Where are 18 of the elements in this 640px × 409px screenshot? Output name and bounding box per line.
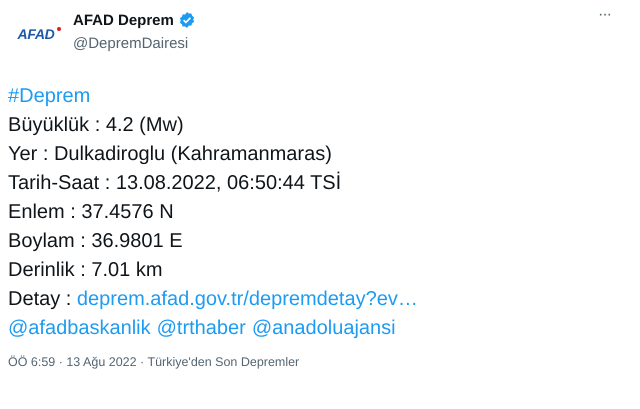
tweet-metadata: ÖÖ 6:59 · 13 Ağu 2022 · Türkiye'den Son Depremler [8,355,300,369]
account-name[interactable]: AFAD Deprem [73,12,174,28]
mention-link[interactable]: @afadbaskanlik [8,314,151,343]
mention-link[interactable]: @trthaber [156,314,246,343]
more-button[interactable]: ··· [594,2,615,28]
tweet-text-line: Yer : Dulkadiroglu (Kahramanmaras) [8,142,333,167]
tweet-text-line: Derinlik : 7.01 km [8,258,164,283]
tweet-text-line: Tarih-Saat : 13.08.2022, 06:50:44 TSİ [8,170,342,196]
dot-icon [57,27,61,31]
tweet-text-line: Enlem : 37.4576 N [8,200,175,225]
account-handle[interactable]: @DepremDairesi [73,35,196,52]
hashtag-link[interactable]: #Deprem [8,82,90,111]
tweet-text-line: Boylam : 36.9801 E [8,229,184,254]
detail-text: Detay : deprem.afad.gov.tr/depremdetay?ev… [8,287,419,312]
mention-link[interactable]: @anadoluajansi [252,314,396,343]
tweet-text-line: Büyüklük : 4.2 (Mw) [8,113,185,138]
detail-link[interactable]: deprem.afad.gov.tr/depremdetay?ev… [76,288,418,310]
logo-text: AFAD [18,26,54,42]
